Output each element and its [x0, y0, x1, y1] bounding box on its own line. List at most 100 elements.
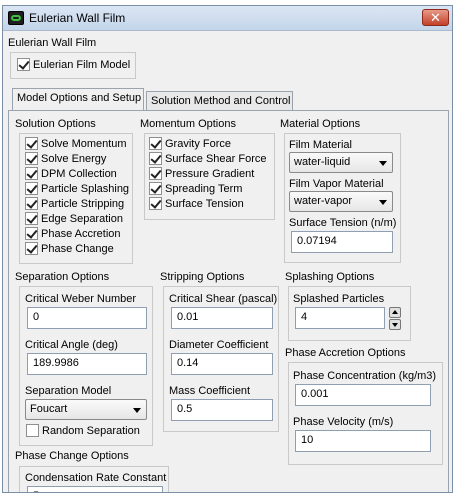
tab-solution-method-label: Solution Method and Control	[151, 95, 291, 107]
spreading-term-checkbox[interactable]: Spreading Term	[149, 181, 267, 197]
chevron-down-icon	[133, 408, 141, 413]
gravity-force-check[interactable]	[149, 136, 162, 150]
edge-separation-checkbox[interactable]: Edge Separation	[25, 211, 129, 227]
particle-stripping-check[interactable]	[25, 196, 38, 210]
window-title: Eulerian Wall Film	[29, 11, 126, 25]
tab-model-options[interactable]: Model Options and Setup	[12, 88, 144, 110]
critical-angle-input[interactable]: 189.9986	[27, 353, 147, 375]
solve-energy-checkbox[interactable]: Solve Energy	[25, 151, 129, 167]
separation-options-title: Separation Options	[15, 271, 110, 283]
chevron-down-icon	[379, 161, 387, 166]
spreading-term-check[interactable]	[149, 181, 162, 195]
film-vapor-material-value: water-vapor	[294, 195, 353, 207]
film-model-check[interactable]	[17, 57, 30, 71]
gravity-force-label: Gravity Force	[165, 138, 232, 150]
phase-change-check[interactable]	[25, 241, 38, 255]
momentum-options-title: Momentum Options	[140, 118, 236, 130]
mass-coefficient-label: Mass Coefficient	[169, 385, 251, 397]
close-icon: ✕	[430, 10, 441, 25]
solve-momentum-check[interactable]	[25, 136, 38, 150]
gravity-force-checkbox[interactable]: Gravity Force	[149, 136, 267, 152]
material-options-title: Material Options	[280, 118, 361, 130]
film-model-label: Eulerian Film Model	[33, 59, 131, 71]
particle-splashing-label: Particle Splashing	[41, 183, 130, 195]
critical-shear-label: Critical Shear (pascal)	[169, 293, 278, 305]
phase-concentration-label: Phase Concentration (kg/m3)	[293, 370, 437, 382]
phase-change-options-title: Phase Change Options	[15, 450, 129, 462]
splashing-options-title: Splashing Options	[285, 271, 375, 283]
phase-change-checkbox[interactable]: Phase Change	[25, 241, 129, 257]
surface-tension-checkbox[interactable]: Surface Tension	[149, 196, 267, 212]
film-material-label: Film Material	[289, 139, 352, 151]
film-vapor-material-select[interactable]: water-vapor	[289, 191, 393, 212]
surface-tension-label-text: Surface Tension (n/m)	[289, 217, 397, 229]
surface-shear-force-checkbox[interactable]: Surface Shear Force	[149, 151, 267, 167]
arrow-up-icon	[392, 310, 398, 314]
dialog-window: Eulerian Wall Film ✕ Eulerian Wall Film …	[2, 5, 453, 493]
particle-stripping-checkbox[interactable]: Particle Stripping	[25, 196, 129, 212]
phase-accretion-checkbox[interactable]: Phase Accretion	[25, 226, 129, 242]
condensation-rate-input[interactable]: 5	[27, 486, 163, 492]
surface-tension-check[interactable]	[149, 196, 162, 210]
edge-separation-check[interactable]	[25, 211, 38, 225]
random-separation-check[interactable]	[26, 423, 39, 437]
film-material-value: water-liquid	[294, 156, 351, 168]
mass-coefficient-input[interactable]: 0.5	[171, 399, 273, 421]
condensation-rate-label: Condensation Rate Constant	[25, 472, 167, 484]
dpm-collection-check[interactable]	[25, 166, 38, 180]
solve-momentum-label: Solve Momentum	[41, 138, 127, 150]
arrow-down-icon	[392, 323, 398, 327]
random-separation-label: Random Separation	[42, 425, 140, 437]
solution-options-title: Solution Options	[15, 118, 96, 130]
film-material-select[interactable]: water-liquid	[289, 152, 393, 173]
eulerian-wall-film-group-label: Eulerian Wall Film	[8, 37, 97, 49]
separation-model-value: Foucart	[30, 403, 68, 415]
momentum-options-list: Gravity Force Surface Shear Force Pressu…	[149, 136, 267, 212]
diameter-coefficient-label: Diameter Coefficient	[169, 339, 269, 351]
phase-accretion-label: Phase Accretion	[41, 228, 121, 240]
phase-accretion-options-title: Phase Accretion Options	[285, 347, 406, 359]
critical-weber-label: Critical Weber Number	[25, 293, 137, 305]
critical-angle-label: Critical Angle (deg)	[25, 339, 118, 351]
phase-concentration-input[interactable]: 0.001	[295, 384, 431, 406]
particle-stripping-label: Particle Stripping	[41, 198, 125, 210]
surface-tension-label: Surface Tension	[165, 198, 244, 210]
particle-splashing-check[interactable]	[25, 181, 38, 195]
dpm-collection-label: DPM Collection	[41, 168, 117, 180]
splashed-particles-label: Splashed Particles	[293, 293, 385, 305]
eulerian-film-model-checkbox[interactable]: Eulerian Film Model	[17, 57, 131, 73]
close-button[interactable]: ✕	[422, 9, 449, 26]
film-vapor-material-label: Film Vapor Material	[289, 178, 384, 190]
title-bar[interactable]: Eulerian Wall Film ✕	[3, 6, 452, 31]
diameter-coefficient-input[interactable]: 0.14	[171, 353, 273, 375]
random-separation-checkbox[interactable]: Random Separation	[26, 423, 140, 439]
tab-solution-method[interactable]: Solution Method and Control	[146, 91, 293, 110]
solve-energy-check[interactable]	[25, 151, 38, 165]
solve-energy-label: Solve Energy	[41, 153, 107, 165]
stripping-options-title: Stripping Options	[160, 271, 245, 283]
surface-shear-force-label: Surface Shear Force	[165, 153, 267, 165]
dpm-collection-checkbox[interactable]: DPM Collection	[25, 166, 129, 182]
phase-velocity-label: Phase Velocity (m/s)	[293, 416, 394, 428]
app-icon	[8, 11, 24, 25]
critical-shear-input[interactable]: 0.01	[171, 307, 273, 329]
pressure-gradient-label: Pressure Gradient	[165, 168, 255, 180]
phase-accretion-check[interactable]	[25, 226, 38, 240]
solve-momentum-checkbox[interactable]: Solve Momentum	[25, 136, 129, 152]
phase-velocity-input[interactable]: 10	[295, 430, 431, 452]
tab-model-options-label: Model Options and Setup	[17, 92, 142, 104]
particle-splashing-checkbox[interactable]: Particle Splashing	[25, 181, 130, 197]
edge-separation-label: Edge Separation	[41, 213, 123, 225]
solution-options-list: Solve Momentum Solve Energy DPM Collecti…	[25, 136, 130, 257]
phase-change-label: Phase Change	[41, 243, 114, 255]
pressure-gradient-checkbox[interactable]: Pressure Gradient	[149, 166, 267, 182]
splashed-particles-input[interactable]: 4	[295, 307, 385, 329]
spin-up-button[interactable]	[389, 307, 401, 318]
spin-down-button[interactable]	[389, 319, 401, 330]
separation-model-label: Separation Model	[25, 385, 112, 397]
separation-model-select[interactable]: Foucart	[25, 399, 147, 420]
surface-tension-input[interactable]: 0.07194	[291, 231, 393, 253]
surface-shear-force-check[interactable]	[149, 151, 162, 165]
pressure-gradient-check[interactable]	[149, 166, 162, 180]
critical-weber-input[interactable]: 0	[27, 307, 147, 329]
